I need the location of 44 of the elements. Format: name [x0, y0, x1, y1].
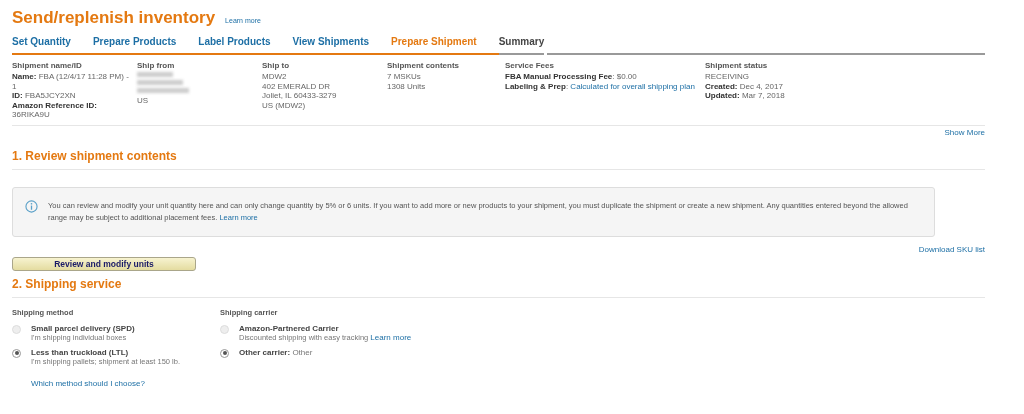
column-heading: Shipment status: [705, 61, 769, 70]
step-tab[interactable]: Summary: [498, 36, 545, 55]
fees-link[interactable]: Calculated for overall shipping plan: [570, 81, 695, 91]
detail-text: 402 EMERALD DR: [262, 81, 332, 92]
show-more-link[interactable]: Show More: [944, 127, 985, 137]
detail-text: US: [137, 96, 150, 106]
section-heading: 1. Review shipment contents: [12, 148, 985, 170]
detail-text: Amazon Reference ID:: [12, 100, 98, 111]
detail-text: Labeling & Prep: Calculated for overall shipping plan: [505, 81, 696, 92]
page-title: Send/replenish inventory: [12, 8, 216, 28]
radio-button[interactable]: [12, 348, 21, 358]
detail-text: 1308 Units: [387, 81, 427, 92]
option-label: Amazon-Partnered Carrier: [239, 323, 340, 333]
radio-button[interactable]: [220, 348, 229, 358]
column-heading: Service Fees: [505, 61, 555, 70]
detail-text: ID: FBA5JCY2XN: [12, 91, 77, 101]
detail-text: Joliet, IL 60433-3279: [262, 91, 338, 101]
detail-text: FBA Manual Processing Fee: $0.00: [505, 72, 638, 82]
option-label: Less than truckload (LTL): [31, 347, 130, 357]
column-heading: Ship to: [262, 61, 291, 70]
step-tab[interactable]: Prepare Shipment: [391, 36, 499, 55]
help-link[interactable]: Which method should I choose?: [31, 378, 145, 388]
detail-text: 36RIKA9U: [12, 110, 51, 120]
detail-text: RECEIVING: [705, 72, 750, 82]
download-link[interactable]: Download SKU list: [918, 244, 985, 254]
column-heading: Ship from: [137, 61, 176, 70]
info-icon: [25, 199, 38, 213]
detail-text: 7 MSKUs: [387, 72, 422, 82]
step-tab[interactable]: Set Quantity: [12, 36, 93, 55]
column-heading: Shipment contents: [387, 61, 460, 70]
detail-text: US (MDW2): [262, 100, 307, 111]
column-heading: Shipment name/ID: [12, 61, 83, 70]
option-label: Small parcel delivery (SPD): [31, 323, 135, 333]
detail-text: Name: FBA (12/4/17 11:28 PM) - 1: [12, 72, 130, 92]
section-heading: 2. Shipping service: [12, 276, 985, 298]
step-tab[interactable]: Prepare Products: [92, 36, 199, 55]
step-tab[interactable]: View Shipments: [292, 36, 392, 55]
detail-text: Updated: Mar 7, 2018: [705, 91, 786, 101]
step-tab[interactable]: Label Products: [198, 36, 293, 55]
detail-text: Created: Dec 4, 2017: [705, 81, 784, 92]
detail-text: MDW2: [262, 72, 288, 82]
learn-more-link[interactable]: Learn more: [370, 332, 412, 342]
option-label: Other carrier: Other: [239, 347, 313, 357]
review-units-button[interactable]: Review and modify units: [12, 256, 196, 271]
